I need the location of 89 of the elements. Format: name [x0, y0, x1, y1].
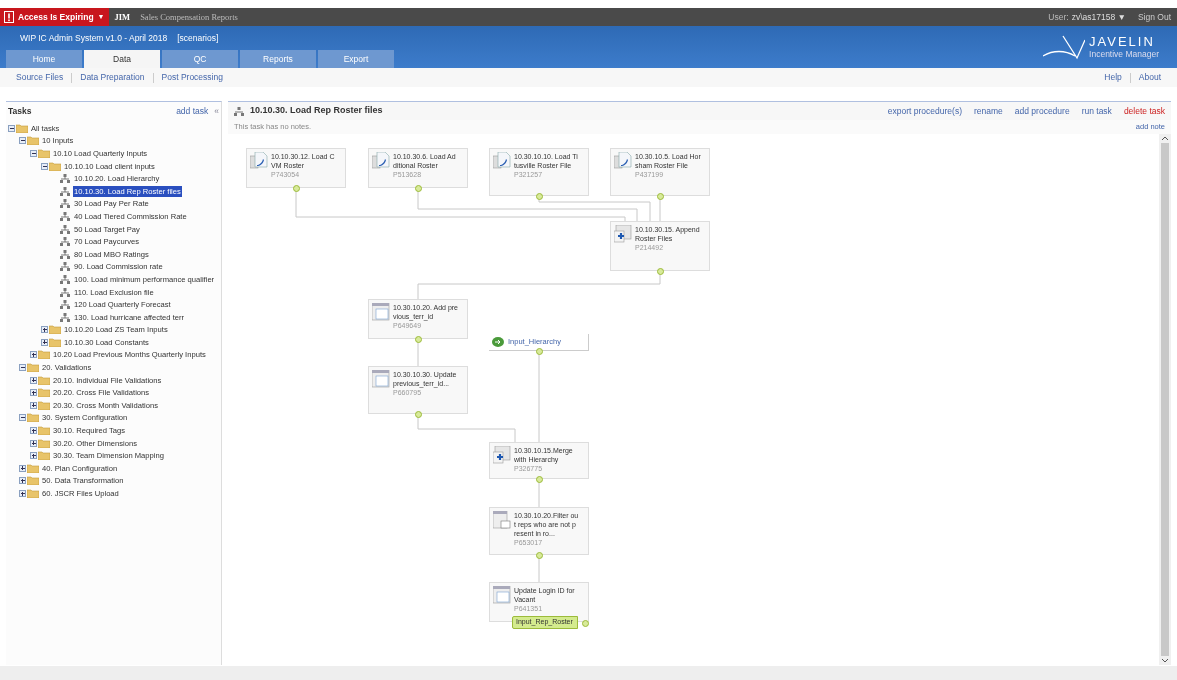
scrollbar[interactable]: [1159, 134, 1171, 665]
hierarchy-icon: [60, 262, 70, 272]
folder-icon: [27, 413, 39, 423]
help-link[interactable]: About: [1138, 71, 1161, 84]
panel-title: Tasks: [8, 104, 32, 118]
expand-icon[interactable]: [19, 477, 26, 485]
folder-icon: [27, 136, 39, 146]
hierarchy-icon: [60, 249, 70, 259]
hierarchy-icon: [60, 199, 70, 209]
folder-icon: [38, 438, 50, 448]
expand-icon[interactable]: [30, 351, 37, 359]
logo-icon: [1043, 34, 1086, 60]
logo-name: JAVELIN: [1089, 35, 1156, 49]
input-icon: [492, 337, 504, 347]
folder-icon: [27, 463, 39, 473]
alert-icon: [4, 11, 14, 23]
file-load-icon: [493, 152, 511, 170]
hierarchy-icon: [234, 106, 244, 116]
nav-tab[interactable]: Data: [84, 50, 160, 68]
expand-icon[interactable]: [30, 376, 37, 384]
table-icon: [372, 303, 390, 321]
folder-icon: [38, 451, 50, 461]
folder-icon: [38, 375, 50, 385]
folder-icon: [49, 325, 61, 335]
file-load-icon: [250, 152, 268, 170]
scroll-down-icon[interactable]: [1161, 658, 1169, 663]
hierarchy-icon: [60, 274, 70, 284]
sign-out-link[interactable]: Sign Out: [1137, 10, 1171, 24]
hierarchy-icon: [60, 174, 70, 184]
expand-icon[interactable]: [19, 464, 26, 472]
collapse-panel-button[interactable]: «: [214, 104, 219, 118]
task-title: 10.10.30. Load Rep Roster files: [250, 104, 383, 118]
collapse-icon[interactable]: [19, 364, 26, 372]
folder-icon: [38, 149, 50, 158]
scenario-label: [scenarios]: [177, 31, 219, 45]
task-action-link[interactable]: delete task: [1123, 104, 1165, 118]
expand-icon[interactable]: [30, 439, 37, 447]
folder-icon: [27, 476, 39, 486]
hierarchy-icon: [60, 211, 70, 221]
help-link[interactable]: Help: [1104, 71, 1122, 84]
merge-icon: [493, 446, 511, 464]
folder-icon: [38, 400, 50, 410]
folder-icon: [16, 123, 28, 133]
hierarchy-icon: [60, 300, 70, 310]
expand-icon[interactable]: [41, 338, 48, 346]
hierarchy-icon: [60, 312, 70, 322]
app-name: Sales Compensation Reports: [140, 10, 238, 24]
collapse-icon[interactable]: [41, 162, 48, 170]
logo-subtitle: Incentive Manager: [1089, 50, 1159, 59]
merge-icon: [614, 225, 632, 243]
collapse-icon[interactable]: [19, 137, 26, 145]
file-load-icon: [614, 152, 632, 170]
expand-icon[interactable]: [30, 401, 37, 409]
folder-icon: [27, 363, 39, 373]
hierarchy-icon: [60, 186, 70, 196]
collapse-icon[interactable]: [30, 150, 37, 157]
subnav-link[interactable]: Post Processing: [161, 71, 223, 84]
folder-icon: [38, 426, 50, 436]
table-icon: [493, 511, 511, 529]
collapse-icon[interactable]: [19, 414, 26, 422]
file-load-icon: [372, 152, 390, 170]
folder-icon: [49, 161, 61, 171]
subnav-link[interactable]: Source Files: [16, 71, 64, 84]
folder-icon: [27, 489, 39, 498]
task-action-link[interactable]: add procedure: [1014, 104, 1070, 118]
task-action-link[interactable]: run task: [1081, 104, 1112, 118]
system-title: WIP IC Admin System v1.0 - April 2018: [20, 31, 168, 45]
task-action-link[interactable]: rename: [973, 104, 1003, 118]
table-icon: [493, 586, 511, 604]
table-icon: [372, 370, 390, 388]
user-label: User:: [1048, 10, 1069, 24]
org-name: JIM: [114, 10, 131, 24]
folder-icon: [38, 350, 50, 360]
task-action-link[interactable]: export procedure(s): [887, 104, 962, 118]
subnav-link[interactable]: Data Preparation: [80, 71, 145, 84]
add-task-link[interactable]: add task: [176, 104, 209, 118]
expand-icon[interactable]: [19, 490, 26, 497]
expand-icon[interactable]: [30, 427, 37, 435]
scroll-up-icon[interactable]: [1161, 136, 1169, 141]
hierarchy-icon: [60, 237, 70, 247]
expand-icon[interactable]: [30, 452, 37, 460]
hierarchy-icon: [60, 287, 70, 297]
user-menu[interactable]: zv\as17158 ▼: [1071, 10, 1126, 24]
hierarchy-icon: [60, 224, 70, 234]
expand-icon[interactable]: [41, 326, 48, 334]
folder-icon: [38, 388, 50, 398]
folder-icon: [49, 337, 61, 347]
collapse-icon[interactable]: [8, 124, 15, 132]
expand-icon[interactable]: [30, 389, 37, 397]
